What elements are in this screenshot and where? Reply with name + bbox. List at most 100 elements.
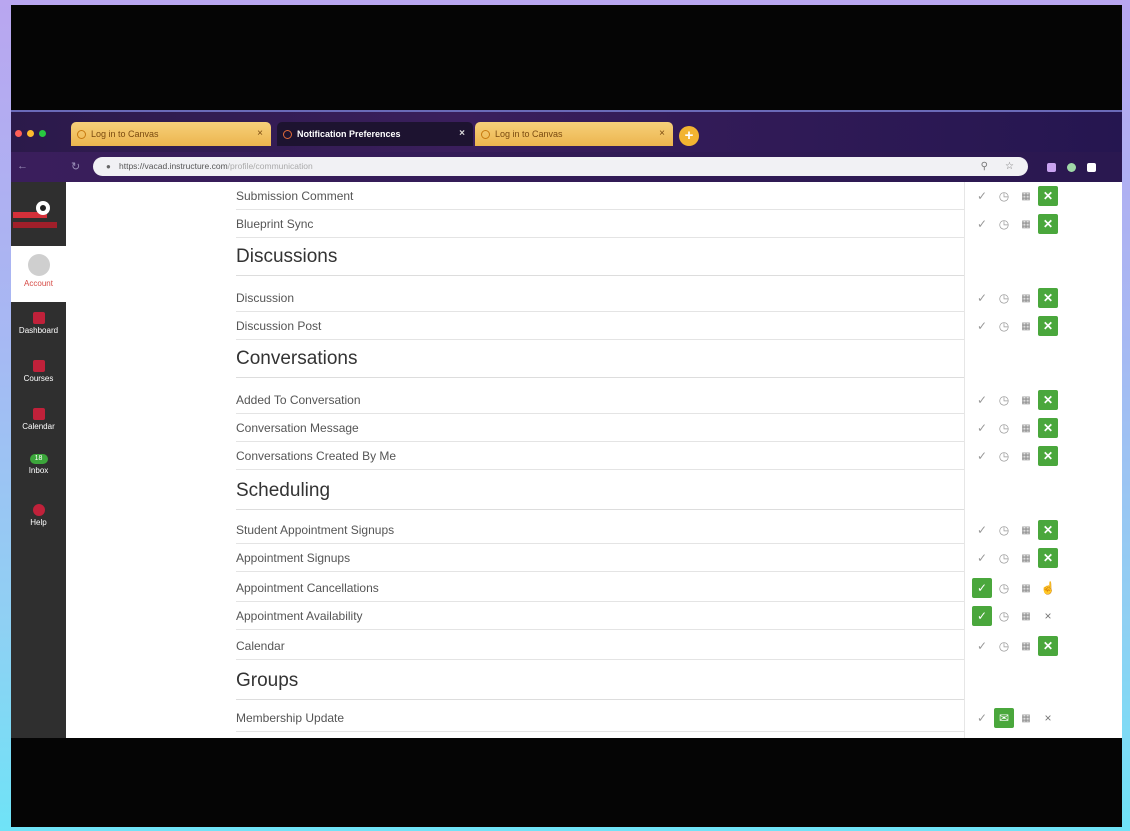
calendar-icon[interactable]: ▦ bbox=[1016, 708, 1036, 728]
close-icon[interactable]: × bbox=[1038, 606, 1058, 626]
tab-label: Log in to Canvas bbox=[495, 129, 563, 139]
check-icon[interactable]: ✓ bbox=[972, 418, 992, 438]
column-divider bbox=[964, 182, 965, 738]
preference-controls: ✓ ◷ ▦ ☝ bbox=[972, 577, 1060, 599]
calendar-icon[interactable]: ▦ bbox=[1016, 520, 1036, 540]
close-icon[interactable]: × bbox=[1038, 708, 1058, 728]
preference-controls: ✓ ◷ ▦ × bbox=[972, 605, 1060, 627]
extension-icon[interactable] bbox=[1047, 163, 1056, 172]
clock-icon[interactable]: ◷ bbox=[994, 418, 1014, 438]
pointer-cursor-icon[interactable]: ☝ bbox=[1038, 578, 1058, 598]
new-tab-button[interactable]: + bbox=[679, 126, 699, 146]
calendar-icon bbox=[32, 408, 45, 420]
tab-label: Log in to Canvas bbox=[91, 129, 159, 139]
canvas-favicon-icon bbox=[481, 129, 490, 139]
preference-controls: ✓ ✉ ▦ × bbox=[972, 707, 1060, 729]
check-icon[interactable]: ✓ bbox=[972, 316, 992, 336]
calendar-icon[interactable]: ▦ bbox=[1016, 288, 1036, 308]
check-icon[interactable]: ✓ bbox=[972, 636, 992, 656]
calendar-icon[interactable]: ▦ bbox=[1016, 606, 1036, 626]
clock-icon[interactable]: ◷ bbox=[994, 520, 1014, 540]
close-icon[interactable]: ✕ bbox=[1038, 316, 1058, 336]
clock-icon[interactable]: ◷ bbox=[994, 316, 1014, 336]
close-icon[interactable]: ✕ bbox=[1038, 186, 1058, 206]
canvas-logo[interactable] bbox=[13, 196, 59, 236]
nav-inbox[interactable]: 18 Inbox bbox=[11, 454, 66, 475]
nav-dashboard[interactable]: Dashboard bbox=[11, 312, 66, 335]
browser-window: Log in to Canvas × Notification Preferen… bbox=[11, 110, 1122, 738]
calendar-icon[interactable]: ▦ bbox=[1016, 446, 1036, 466]
nav-courses[interactable]: Courses bbox=[11, 360, 66, 383]
bookmark-star-icon[interactable]: ☆ bbox=[1005, 157, 1014, 176]
preference-controls: ✓ ◷ ▦ ✕ bbox=[972, 185, 1060, 207]
minimize-window-icon[interactable] bbox=[27, 130, 34, 137]
clock-icon[interactable]: ◷ bbox=[994, 548, 1014, 568]
check-icon[interactable]: ✓ bbox=[972, 446, 992, 466]
url-field[interactable]: ● https://vacad.instructure.com/profile/… bbox=[93, 157, 1028, 176]
global-navigation: Account Dashboard Courses Calendar 18 In… bbox=[11, 182, 66, 738]
dashboard-icon bbox=[32, 312, 45, 324]
check-icon[interactable]: ✓ bbox=[972, 214, 992, 234]
canvas-favicon-icon bbox=[283, 129, 292, 139]
tab-notification-preferences[interactable]: Notification Preferences × bbox=[277, 122, 473, 146]
calendar-icon[interactable]: ▦ bbox=[1016, 390, 1036, 410]
calendar-icon[interactable]: ▦ bbox=[1016, 548, 1036, 568]
close-icon[interactable]: ✕ bbox=[1038, 288, 1058, 308]
tab-login-2[interactable]: Log in to Canvas × bbox=[475, 122, 673, 146]
preference-controls: ✓ ◷ ▦ ✕ bbox=[972, 389, 1060, 411]
message-icon[interactable]: ✉ bbox=[994, 708, 1014, 728]
clock-icon[interactable]: ◷ bbox=[994, 214, 1014, 234]
section-heading: Conversations bbox=[236, 348, 964, 378]
close-tab-icon[interactable]: × bbox=[257, 128, 263, 139]
calendar-icon[interactable]: ▦ bbox=[1016, 186, 1036, 206]
profile-icon[interactable] bbox=[1087, 163, 1096, 172]
tab-login-1[interactable]: Log in to Canvas × bbox=[71, 122, 271, 146]
clock-icon[interactable]: ◷ bbox=[994, 578, 1014, 598]
calendar-icon[interactable]: ▦ bbox=[1016, 418, 1036, 438]
extension-icon[interactable] bbox=[1067, 163, 1076, 172]
calendar-icon[interactable]: ▦ bbox=[1016, 636, 1036, 656]
close-icon[interactable]: ✕ bbox=[1038, 390, 1058, 410]
clock-icon[interactable]: ◷ bbox=[994, 288, 1014, 308]
back-icon[interactable]: ← bbox=[17, 160, 28, 172]
clock-icon[interactable]: ◷ bbox=[994, 186, 1014, 206]
close-icon[interactable]: ✕ bbox=[1038, 418, 1058, 438]
clock-icon[interactable]: ◷ bbox=[994, 606, 1014, 626]
close-icon[interactable]: ✕ bbox=[1038, 446, 1058, 466]
nav-help[interactable]: Help bbox=[11, 504, 66, 527]
close-window-icon[interactable] bbox=[15, 130, 22, 137]
reload-icon[interactable]: ↻ bbox=[71, 160, 80, 173]
close-icon[interactable]: ✕ bbox=[1038, 636, 1058, 656]
close-icon[interactable]: ✕ bbox=[1038, 520, 1058, 540]
maximize-window-icon[interactable] bbox=[39, 130, 46, 137]
check-icon[interactable]: ✓ bbox=[972, 288, 992, 308]
close-icon[interactable]: ✕ bbox=[1038, 214, 1058, 234]
url-path: /profile/communication bbox=[227, 161, 313, 171]
section-heading: Discussions bbox=[236, 246, 964, 276]
notification-preferences-content: Submission Comment ✓ ◷ ▦ ✕ Blueprint Sync ✓ ◷ ▦ ✕… bbox=[66, 182, 1122, 738]
video-frame: Log in to Canvas × Notification Preferen… bbox=[11, 5, 1122, 827]
close-tab-icon[interactable]: × bbox=[459, 128, 465, 139]
address-bar: ← ↻ ● https://vacad.instructure.com/prof… bbox=[11, 152, 1122, 182]
check-icon[interactable]: ✓ bbox=[972, 520, 992, 540]
check-icon[interactable]: ✓ bbox=[972, 186, 992, 206]
preference-row-label: Appointment Availability bbox=[236, 602, 964, 630]
check-icon[interactable]: ✓ bbox=[972, 578, 992, 598]
check-icon[interactable]: ✓ bbox=[972, 708, 992, 728]
calendar-icon[interactable]: ▦ bbox=[1016, 214, 1036, 234]
zoom-icon[interactable]: ⚲ bbox=[981, 157, 988, 176]
check-icon[interactable]: ✓ bbox=[972, 548, 992, 568]
clock-icon[interactable]: ◷ bbox=[994, 636, 1014, 656]
preference-row-label: Submission Comment bbox=[236, 182, 964, 210]
nav-account[interactable]: Account bbox=[11, 246, 66, 302]
clock-icon[interactable]: ◷ bbox=[994, 446, 1014, 466]
clock-icon[interactable]: ◷ bbox=[994, 390, 1014, 410]
check-icon[interactable]: ✓ bbox=[972, 390, 992, 410]
close-tab-icon[interactable]: × bbox=[659, 128, 665, 139]
calendar-icon[interactable]: ▦ bbox=[1016, 316, 1036, 336]
preference-controls: ✓ ◷ ▦ ✕ bbox=[972, 547, 1060, 569]
check-icon[interactable]: ✓ bbox=[972, 606, 992, 626]
nav-calendar[interactable]: Calendar bbox=[11, 408, 66, 431]
calendar-icon[interactable]: ▦ bbox=[1016, 578, 1036, 598]
close-icon[interactable]: ✕ bbox=[1038, 548, 1058, 568]
